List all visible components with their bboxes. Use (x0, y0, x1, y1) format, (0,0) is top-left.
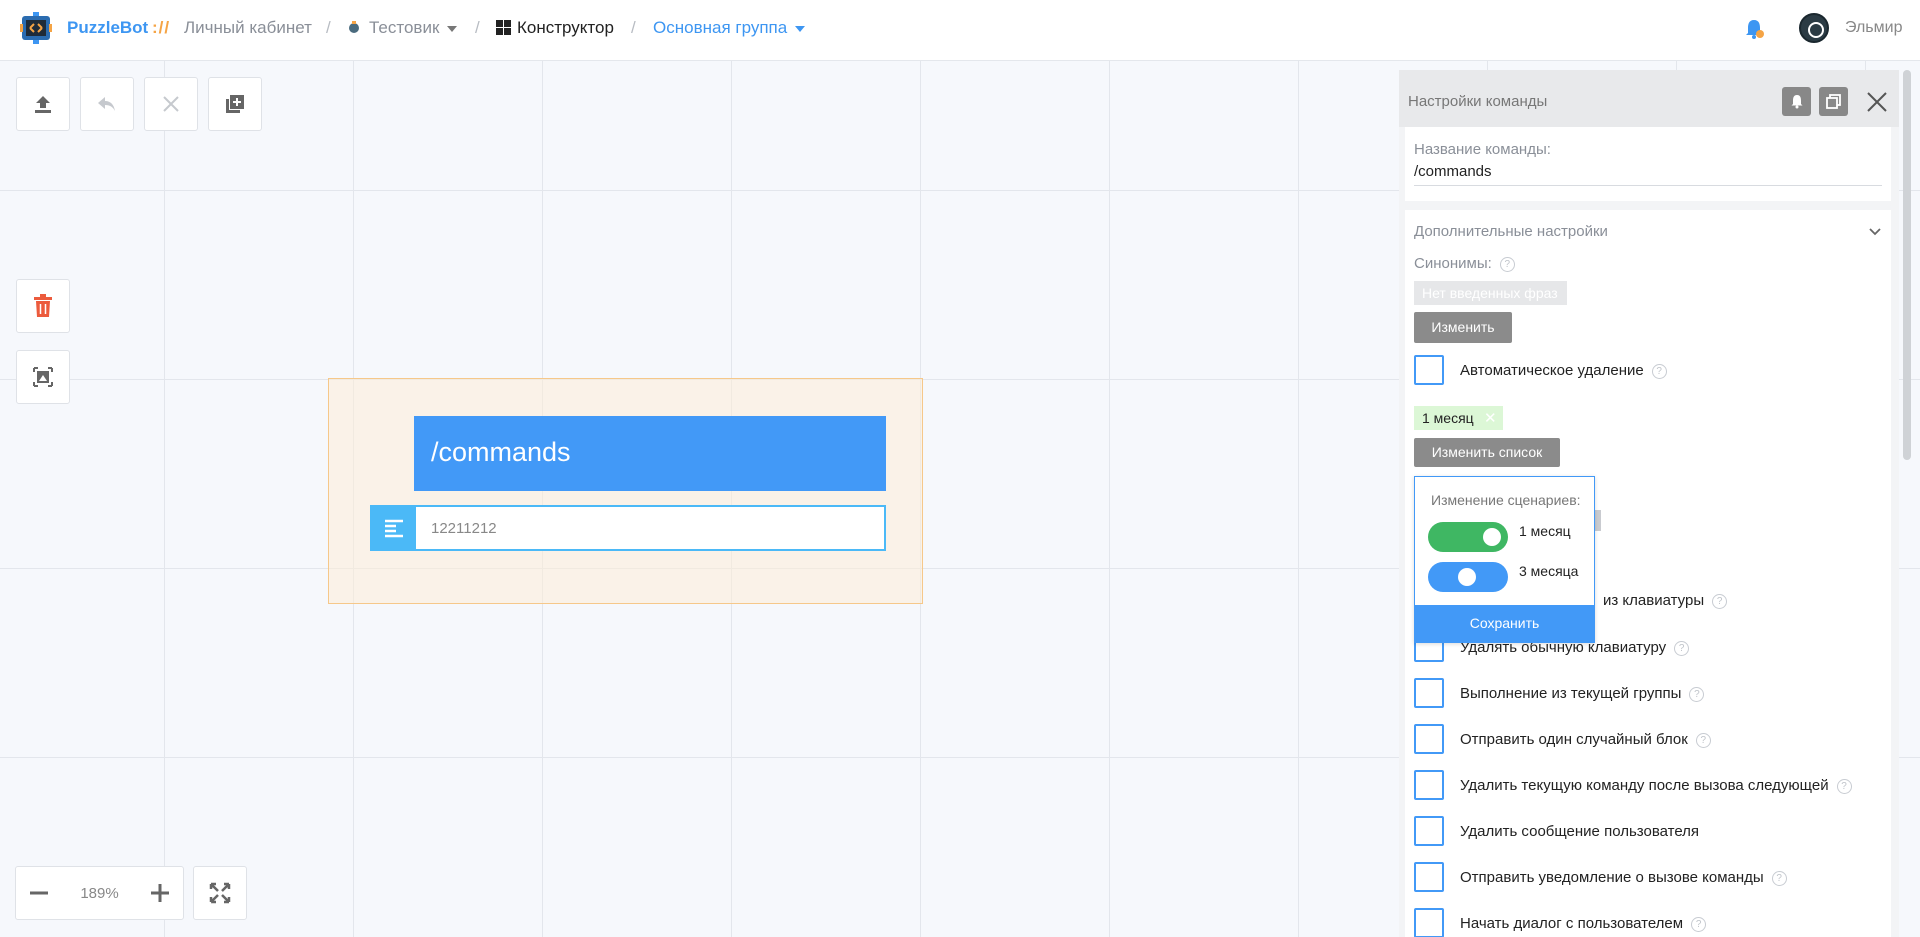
bell-icon (1791, 95, 1802, 109)
group-dropdown[interactable]: Основная группа (653, 18, 806, 38)
avatar[interactable] (1799, 13, 1829, 43)
constructor-label: Конструктор (517, 18, 614, 37)
panel-scrollbar[interactable] (1903, 70, 1911, 460)
change-synonyms-button[interactable]: Изменить (1414, 312, 1512, 343)
grid-icon (496, 20, 511, 35)
toggle-3-months[interactable] (1428, 562, 1508, 592)
toggle-1-month[interactable] (1428, 522, 1508, 552)
panel-header: Настройки команды (1399, 70, 1899, 127)
toggle-knob (1458, 568, 1476, 586)
bell-icon[interactable] (1744, 18, 1764, 40)
popup-title: Изменение сценариев: (1431, 492, 1581, 508)
command-block-message[interactable]: 12211212 (370, 505, 886, 551)
breadcrumb-slash: / (475, 18, 480, 37)
command-block-title[interactable]: /commands (414, 416, 886, 491)
change-list-button[interactable]: Изменить список (1414, 438, 1560, 467)
zoom-out-icon[interactable] (28, 882, 50, 904)
input-underline (1414, 185, 1882, 186)
fullscreen-button[interactable] (193, 866, 247, 920)
option-label: Начать диалог с пользователем? (1460, 915, 1707, 932)
select-area-button[interactable] (16, 350, 70, 404)
breadcrumb-cabinet[interactable]: Личный кабинет (184, 18, 312, 38)
zoom-control: 189% (15, 866, 184, 920)
breadcrumb-bot[interactable]: Тестовик (347, 18, 458, 38)
breadcrumb-slash: / (326, 18, 331, 37)
option-label: Выполнение из текущей группы? (1460, 685, 1705, 702)
brand-separator: :// (152, 18, 171, 37)
undo-icon (98, 97, 115, 111)
auto-delete-checkbox[interactable] (1414, 355, 1444, 385)
option-checkbox[interactable] (1414, 816, 1444, 846)
copy-icon (1826, 94, 1841, 109)
expand-icon (209, 882, 231, 904)
upload-button[interactable] (16, 77, 70, 131)
brand-name[interactable]: PuzzleBot (67, 18, 148, 38)
breadcrumb-slash: / (631, 18, 636, 37)
trash-icon (34, 294, 52, 317)
no-phrases-badge: Нет введенных фраз (1414, 281, 1567, 305)
undo-button[interactable] (80, 77, 134, 131)
add-copy-icon (226, 95, 244, 113)
breadcrumb-constructor[interactable]: Конструктор (496, 18, 614, 38)
bot-name: Тестовик (369, 18, 440, 37)
synonyms-label: Синонимы:? (1414, 255, 1515, 272)
command-name-label: Название команды: (1414, 141, 1551, 158)
puzzlebot-logo-icon[interactable] (20, 10, 52, 46)
message-text: 12211212 (431, 520, 497, 537)
selection-icon (33, 367, 53, 387)
zoom-level: 189% (80, 884, 119, 902)
toggle-1-month-label: 1 месяц (1519, 523, 1571, 539)
chevron-down-icon[interactable] (1868, 227, 1882, 237)
period-tag: 1 месяц ✕ (1414, 406, 1503, 430)
option-checkbox[interactable] (1414, 724, 1444, 754)
chevron-down-icon (795, 25, 806, 32)
save-button[interactable]: Сохранить (1415, 605, 1594, 642)
command-name-card: Название команды: /commands (1405, 127, 1891, 201)
delete-button[interactable] (16, 279, 70, 333)
upload-icon (35, 96, 51, 113)
panel-title: Настройки команды (1408, 93, 1548, 110)
help-icon[interactable]: ? (1499, 256, 1515, 272)
option-checkbox[interactable] (1414, 678, 1444, 708)
chevron-down-icon (447, 25, 458, 32)
help-icon[interactable]: ? (1836, 778, 1852, 794)
help-icon[interactable]: ? (1691, 916, 1707, 932)
option-checkbox[interactable] (1414, 862, 1444, 892)
command-name-input[interactable]: /commands (1414, 163, 1492, 180)
text-align-icon (372, 507, 416, 549)
zoom-in-icon[interactable] (149, 882, 171, 904)
close-icon[interactable] (1866, 91, 1888, 113)
username[interactable]: Эльмир (1845, 19, 1902, 37)
notify-button[interactable] (1782, 87, 1811, 116)
option-label: Удалить сообщение пользователя (1460, 823, 1700, 840)
option-label: Отправить один случайный блок? (1460, 731, 1711, 748)
help-icon[interactable]: ? (1712, 593, 1728, 609)
toggle-3-months-label: 3 месяца (1519, 563, 1579, 579)
bot-avatar-icon (349, 21, 359, 33)
scenario-change-popup: Изменение сценариев: 1 месяц 3 месяца Со… (1414, 476, 1595, 643)
help-icon[interactable]: ? (1674, 640, 1690, 656)
top-bar: PuzzleBot :// Личный кабинет / Тестовик … (0, 0, 1920, 61)
group-label: Основная группа (653, 18, 788, 37)
option-checkbox[interactable] (1414, 908, 1444, 937)
option-checkbox[interactable] (1414, 770, 1444, 800)
option-label: Удалить текущую команду после вызова сле… (1460, 777, 1852, 794)
help-icon[interactable]: ? (1651, 363, 1667, 379)
close-icon (163, 96, 179, 112)
clear-button[interactable] (144, 77, 198, 131)
keyboard-option-partial: из клавиатуры? (1603, 592, 1728, 609)
command-block-frame[interactable] (328, 378, 923, 604)
toggle-knob (1483, 528, 1501, 546)
extra-settings-label[interactable]: Дополнительные настройки (1414, 223, 1608, 240)
add-block-button[interactable] (208, 77, 262, 131)
auto-delete-label: Автоматическое удаление? (1460, 362, 1667, 379)
remove-tag-icon[interactable]: ✕ (1484, 409, 1497, 427)
help-icon[interactable]: ? (1695, 732, 1711, 748)
help-icon[interactable]: ? (1771, 870, 1787, 886)
help-icon[interactable]: ? (1689, 686, 1705, 702)
option-label: Отправить уведомление о вызове команды? (1460, 869, 1787, 886)
copy-button[interactable] (1819, 87, 1848, 116)
